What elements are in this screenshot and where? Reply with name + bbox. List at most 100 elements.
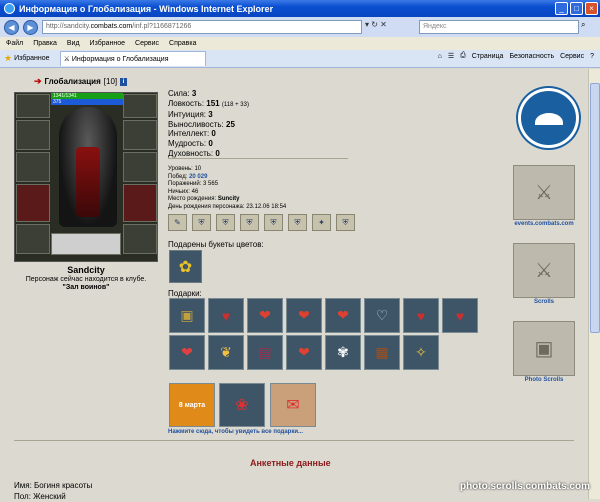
tab-active[interactable]: ⚔ Информация о Глобализация bbox=[59, 51, 206, 66]
url-field[interactable]: http://sandcity. combats.com/inf.pl?11668… bbox=[42, 20, 362, 34]
armor-slot[interactable] bbox=[16, 184, 50, 222]
envelope-gift-icon[interactable]: ✉ bbox=[270, 383, 316, 427]
shield-badge-icon[interactable]: ⛨ bbox=[192, 214, 211, 231]
combats-logo-icon[interactable] bbox=[518, 88, 579, 148]
character-level: [10] bbox=[103, 77, 118, 86]
flowers-gift-icon[interactable]: ✾ bbox=[325, 335, 361, 370]
march-8-gift-icon[interactable]: 8 марта bbox=[169, 383, 215, 427]
info-draws: Ничьих: 46 bbox=[168, 188, 199, 195]
heart-gift-icon[interactable]: ❤ bbox=[247, 298, 283, 333]
favorites-button[interactable]: ★ Избранное bbox=[4, 53, 50, 64]
earring-slot[interactable] bbox=[123, 94, 157, 118]
search-input[interactable]: Яндекс bbox=[419, 20, 579, 34]
print-icon[interactable]: ⎙ bbox=[460, 52, 466, 60]
shield-badge-icon[interactable]: ⛨ bbox=[264, 214, 283, 231]
tool-security[interactable]: Безопасность bbox=[509, 53, 554, 60]
home-icon[interactable]: ⌂ bbox=[438, 53, 442, 60]
shield-heart-gift-icon[interactable]: ♥ bbox=[442, 298, 478, 333]
scroll-badge-icon[interactable]: ✎ bbox=[168, 214, 187, 231]
belt-slot[interactable] bbox=[16, 224, 50, 254]
weapon-slot[interactable] bbox=[16, 152, 50, 182]
shield-heart-gift-icon[interactable]: ♥ bbox=[208, 298, 244, 333]
section-divider bbox=[14, 440, 574, 441]
info-level: Уровень: 10 bbox=[168, 166, 202, 172]
info-icon[interactable]: i bbox=[120, 77, 128, 86]
gloves-slot[interactable] bbox=[123, 184, 157, 222]
menu-edit[interactable]: Правка bbox=[33, 40, 57, 47]
search-icon[interactable]: ⌕ bbox=[581, 20, 595, 34]
help-icon[interactable]: ? bbox=[590, 53, 594, 60]
character-display-name: Sandcity bbox=[67, 265, 105, 275]
character-name: Глобализация bbox=[44, 77, 101, 86]
offhand-slot[interactable] bbox=[123, 152, 157, 182]
window-controls: _ □ × bbox=[555, 2, 598, 15]
back-button[interactable]: ◀ bbox=[4, 19, 19, 35]
menu-tools[interactable]: Сервис bbox=[135, 40, 159, 47]
chest-gift-icon[interactable]: ▦ bbox=[364, 335, 400, 370]
page-icon: ⚔ bbox=[63, 56, 70, 63]
flower-bouquet-icon[interactable]: ✿ bbox=[169, 250, 202, 283]
shield-badge-icon[interactable]: ⛨ bbox=[288, 214, 307, 231]
necklace-slot[interactable] bbox=[16, 120, 50, 150]
helmet-slot[interactable] bbox=[16, 94, 50, 118]
glass-heart-gift-icon[interactable]: ♡ bbox=[364, 298, 400, 333]
close-button[interactable]: × bbox=[585, 2, 598, 15]
events-banner-icon[interactable]: ⚔ bbox=[513, 165, 575, 220]
heart-gift-icon[interactable]: ❤ bbox=[286, 298, 322, 333]
badges-row: ✎ ⛨ ⛨ ⛨ ⛨ ⛨ ✦ ⛨ bbox=[168, 214, 355, 231]
flowers-label: Подарены букеты цветов: bbox=[168, 240, 264, 249]
heart-gift-icon[interactable]: ❤ bbox=[325, 298, 361, 333]
stats-list: Сила: 3 Ловкость: 151 (118 + 33) Интуици… bbox=[168, 89, 249, 158]
stat-row: Духовность: 0 bbox=[168, 148, 220, 158]
book-gift-icon[interactable]: ▣ bbox=[169, 298, 205, 333]
item-gift-icon[interactable]: ✧ bbox=[403, 335, 439, 370]
wings-badge-icon[interactable]: ✦ bbox=[312, 214, 331, 231]
star-icon: ★ bbox=[4, 53, 13, 63]
heart-gift-icon[interactable]: ❤ bbox=[169, 335, 205, 370]
tab-title: Информация о Глобализация bbox=[71, 55, 169, 63]
maximize-button[interactable]: □ bbox=[570, 2, 583, 15]
forward-button[interactable]: ▶ bbox=[23, 19, 38, 35]
tool-service[interactable]: Сервис bbox=[560, 53, 584, 60]
stat-row: Мудрость: 0 bbox=[168, 138, 213, 148]
menu-help[interactable]: Справка bbox=[169, 40, 196, 47]
shield-badge-icon[interactable]: ⛨ bbox=[216, 214, 235, 231]
ie-logo-icon bbox=[4, 3, 15, 14]
feeds-icon[interactable]: ☰ bbox=[448, 52, 454, 60]
stat-row: Выносливость: 25 bbox=[168, 119, 235, 129]
location-line: Персонаж сейчас находится в клубе. bbox=[25, 276, 147, 283]
menu-favorites[interactable]: Избранное bbox=[90, 40, 125, 47]
scrollbar-thumb[interactable] bbox=[590, 83, 600, 333]
menu-file[interactable]: Файл bbox=[6, 40, 23, 47]
shield-heart-gift-icon[interactable]: ♥ bbox=[403, 298, 439, 333]
card-gift-icon[interactable]: ▤ bbox=[247, 335, 283, 370]
shield-badge-icon[interactable]: ⛨ bbox=[336, 214, 355, 231]
scrolls-banner-icon[interactable]: ⚔ bbox=[513, 243, 575, 298]
photo-banner-icon[interactable]: ▣ bbox=[513, 321, 575, 376]
minimize-button[interactable]: _ bbox=[555, 2, 568, 15]
more-gifts-link[interactable]: Нажмите сюда, чтобы увидеть все подарки.… bbox=[168, 429, 303, 435]
character-avatar bbox=[59, 107, 117, 227]
window-title: Информация о Глобализация - Windows Inte… bbox=[19, 3, 274, 14]
watermark: photo.scrolls.combats.com bbox=[459, 481, 590, 492]
menu-view[interactable]: Вид bbox=[67, 40, 80, 47]
ring-slot[interactable] bbox=[123, 120, 157, 150]
tool-page[interactable]: Страница bbox=[472, 53, 504, 60]
command-bar: ⌂ ☰ ⎙ Страница Безопасность Сервис ? bbox=[438, 52, 594, 60]
stat-row: Интеллект: 0 bbox=[168, 129, 216, 139]
photo-scrolls-link[interactable]: Photo Scrolls bbox=[504, 377, 584, 383]
heart-gift-icon[interactable]: ❤ bbox=[286, 335, 322, 370]
address-bar: ◀ ▶ http://sandcity. combats.com/inf.pl?1… bbox=[0, 17, 600, 37]
character-location: Персонаж сейчас находится в клубе. "Зал … bbox=[14, 276, 158, 292]
boots-slot[interactable] bbox=[123, 224, 157, 254]
url-path: /inf.pl?1166871266 bbox=[132, 23, 192, 30]
scrolls-link[interactable]: Scrolls bbox=[504, 299, 584, 305]
vertical-scrollbar[interactable] bbox=[588, 69, 600, 499]
menu-bar: Файл Правка Вид Избранное Сервис Справка bbox=[0, 37, 600, 50]
events-link[interactable]: events.combats.com bbox=[504, 221, 584, 227]
heart-ornament-gift-icon[interactable]: ❦ bbox=[208, 335, 244, 370]
location-room: "Зал воинов" bbox=[62, 284, 110, 291]
roses-gift-icon[interactable]: ❀ bbox=[219, 383, 265, 427]
shield-badge-icon[interactable]: ⛨ bbox=[240, 214, 259, 231]
refresh-stop-buttons[interactable]: ▾ ↻ ✕ bbox=[365, 20, 401, 34]
